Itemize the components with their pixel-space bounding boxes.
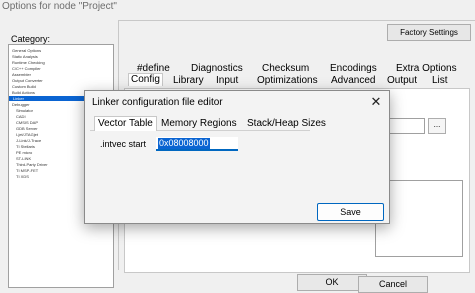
category-item[interactable]: General Options [12,48,41,53]
linker-config-editor-dialog: Linker configuration file editor ✕ Vecto… [84,90,390,224]
category-item[interactable]: Debugger [12,102,30,107]
category-item[interactable]: C/C++ Compiler [12,66,41,71]
category-item[interactable]: Output Converter [12,78,43,83]
category-item[interactable]: TI XDS [16,174,29,179]
tab-stack-heap-sizes[interactable]: Stack/Heap Sizes [247,118,326,130]
category-item[interactable]: Assembler [12,72,31,77]
cancel-button[interactable]: Cancel [358,276,428,293]
category-item[interactable]: TI Stellaris [16,144,35,149]
tab-extra-options[interactable]: Extra Options [396,63,457,75]
category-item[interactable]: Static Analysis [12,54,38,59]
tab-vector-table[interactable]: Vector Table [94,116,157,131]
tab-encodings[interactable]: Encodings [330,63,377,75]
category-item[interactable]: Build Actions [12,90,35,95]
intvec-start-value[interactable]: 0x08008000 [158,138,210,149]
browse-button[interactable]: ... [428,118,446,134]
window-title: Options for node "Project" [2,1,117,12]
category-item[interactable]: Runtime Checking [12,60,45,65]
tab-checksum[interactable]: Checksum [262,63,309,75]
tab-optimizations[interactable]: Optimizations [257,75,318,87]
tab-memory-regions[interactable]: Memory Regions [161,118,237,130]
category-item[interactable]: Third-Party Driver [16,162,48,167]
category-item[interactable]: Simulator [16,108,33,113]
tab-input[interactable]: Input [216,75,238,87]
category-item[interactable]: I-jet/JTAGjet [16,132,38,137]
category-item[interactable]: ST-LINK [16,156,31,161]
tab-advanced[interactable]: Advanced [331,75,375,87]
category-item[interactable]: J-Link/J-Trace [16,138,41,143]
factory-settings-button[interactable]: Factory Settings [387,24,471,41]
intvec-start-label: .intvec start [100,139,147,149]
dialog-title: Linker configuration file editor [92,97,223,108]
tab-output[interactable]: Output [387,75,417,87]
category-item[interactable]: GDB Server [16,126,38,131]
category-item[interactable]: CMSIS DAP [16,120,38,125]
category-item[interactable]: Custom Build [12,84,36,89]
tab-diagnostics[interactable]: Diagnostics [191,63,243,75]
ok-button[interactable]: OK [297,274,367,291]
category-item[interactable]: TI MSP-FET [16,168,38,173]
tab-config[interactable]: Config [128,73,163,86]
category-item[interactable]: CADI [16,114,26,119]
tab-library[interactable]: Library [173,75,204,87]
category-item[interactable]: PE micro [16,150,32,155]
tab-list[interactable]: List [432,75,448,87]
close-icon[interactable]: ✕ [368,94,384,110]
save-button[interactable]: Save [317,203,384,221]
category-label: Category: [11,34,51,44]
